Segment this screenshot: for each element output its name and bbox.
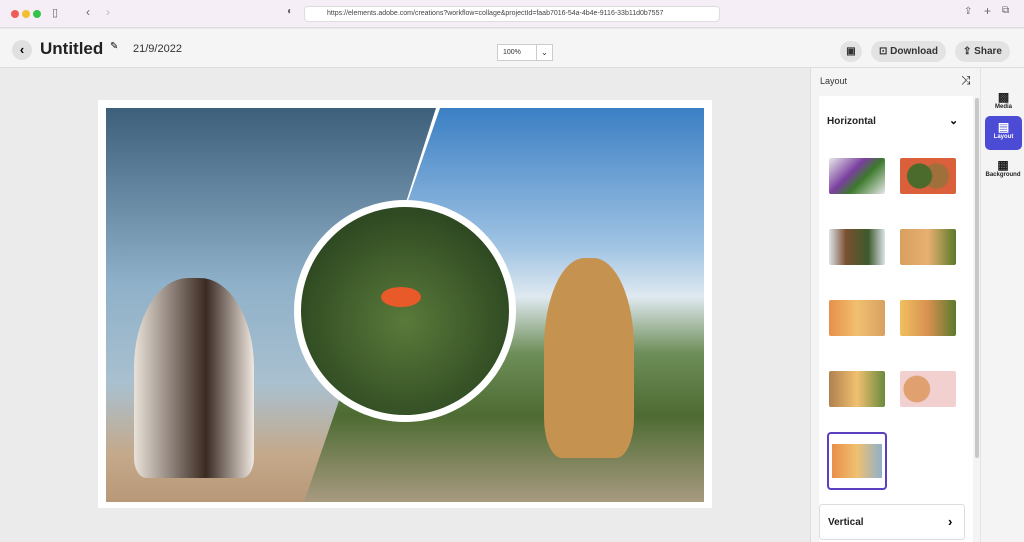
- download-label: Download: [890, 46, 938, 57]
- collage-canvas[interactable]: [98, 100, 712, 508]
- browser-toolbar: ▯ ‹ › ◐ https://elements.adobe.com/creat…: [0, 0, 1024, 28]
- layout-thumb[interactable]: [900, 371, 956, 407]
- layout-thumb[interactable]: [829, 158, 885, 194]
- zoom-value: 100%: [503, 49, 521, 56]
- layout-thumb-selected[interactable]: [827, 432, 887, 490]
- rail-background[interactable]: ▦ Background: [982, 154, 1024, 188]
- photo-frisbee-dog[interactable]: [294, 200, 516, 422]
- share-page-icon[interactable]: ⇪: [964, 6, 972, 17]
- layout-panel: Layout ⤨ Horizontal ⌄ Vertical ›: [810, 68, 980, 542]
- tabs-overview-icon[interactable]: ⧉: [1002, 5, 1009, 16]
- project-date: 21/9/2022: [133, 43, 182, 55]
- share-label: Share: [974, 46, 1002, 57]
- layout-thumb[interactable]: [829, 371, 885, 407]
- chevron-down-icon[interactable]: ⌄: [949, 114, 958, 127]
- background-icon: ▦: [997, 158, 1009, 172]
- back-button[interactable]: ‹: [12, 40, 32, 60]
- rail-layout[interactable]: ▤ Layout: [985, 116, 1022, 150]
- app-header: ‹ Untitled ✎ 21/9/2022 100% ⌄ ▣ ⊡ Downloa…: [0, 29, 1024, 68]
- section-horizontal[interactable]: Horizontal: [827, 116, 876, 127]
- scrollbar[interactable]: [975, 98, 979, 458]
- rail-background-label: Background: [985, 172, 1021, 178]
- layout-thumb[interactable]: [900, 229, 956, 265]
- rail-media[interactable]: ▩ Media: [985, 86, 1022, 120]
- rail-media-label: Media: [994, 104, 1012, 110]
- chevron-down-icon[interactable]: ⌄: [536, 45, 552, 60]
- layout-list: Horizontal ⌄ Vertical ›: [819, 96, 973, 542]
- save-icon: ▣: [846, 46, 856, 57]
- layout-thumb[interactable]: [900, 300, 956, 336]
- share-icon: ⇪: [963, 46, 975, 57]
- layout-thumb[interactable]: [829, 229, 885, 265]
- media-icon: ▩: [997, 90, 1010, 104]
- layout-thumb[interactable]: [900, 158, 956, 194]
- chevron-right-icon: ›: [948, 514, 953, 529]
- zoom-select[interactable]: 100% ⌄: [497, 44, 553, 61]
- section-vertical-label: Vertical: [828, 517, 864, 528]
- new-tab-icon[interactable]: +: [984, 4, 991, 18]
- share-button[interactable]: ⇪ Share: [955, 41, 1010, 62]
- forward-nav-icon[interactable]: ›: [106, 5, 110, 19]
- layout-thumb[interactable]: [829, 300, 885, 336]
- sidebar-toggle-icon[interactable]: ▯: [52, 6, 58, 19]
- shuffle-icon[interactable]: ⤨: [961, 73, 971, 88]
- save-button[interactable]: ▣: [840, 41, 862, 62]
- download-icon: ⊡: [879, 46, 891, 57]
- right-rail: ▩ Media ▤ Layout ▦ Background: [980, 68, 1024, 542]
- layout-icon: ▤: [997, 120, 1010, 134]
- back-nav-icon[interactable]: ‹: [86, 5, 90, 19]
- privacy-shield-icon[interactable]: ◐: [287, 6, 293, 17]
- zoom-window-button[interactable]: [33, 10, 41, 18]
- address-bar[interactable]: https://elements.adobe.com/creations?wor…: [304, 6, 720, 22]
- rail-layout-label: Layout: [993, 134, 1014, 140]
- close-window-button[interactable]: [11, 10, 19, 18]
- panel-title: Layout: [820, 76, 848, 86]
- project-title[interactable]: Untitled: [40, 39, 103, 59]
- edit-pencil-icon[interactable]: ✎: [110, 41, 118, 52]
- download-button[interactable]: ⊡ Download: [871, 41, 946, 62]
- minimize-window-button[interactable]: [22, 10, 30, 18]
- section-vertical[interactable]: Vertical ›: [819, 504, 965, 540]
